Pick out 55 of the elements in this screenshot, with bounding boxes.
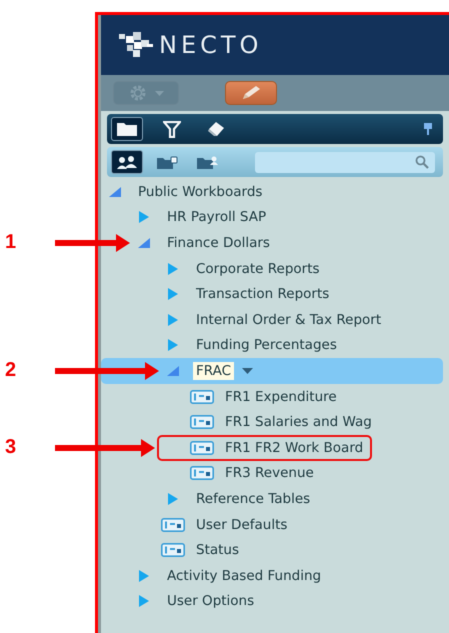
pin-icon[interactable] bbox=[423, 123, 433, 135]
workbook-icon bbox=[161, 543, 185, 558]
annotation-number: 1 bbox=[5, 230, 16, 256]
workbook-icon bbox=[161, 518, 185, 532]
search-field[interactable] bbox=[255, 152, 435, 172]
tree-item[interactable]: Finance Dollars bbox=[132, 230, 273, 256]
edit-button[interactable] bbox=[225, 81, 277, 105]
source-tab[interactable] bbox=[111, 150, 143, 174]
tree-item[interactable]: FR1 Salaries and Wag bbox=[190, 409, 375, 435]
tree-item[interactable]: Transaction Reports bbox=[161, 281, 332, 307]
expanded-triangle-icon[interactable] bbox=[109, 186, 121, 197]
tree-item[interactable]: HR Payroll SAP bbox=[132, 204, 270, 230]
tree-item[interactable]: FR1 Expenditure bbox=[190, 384, 340, 410]
tree-item[interactable]: User Defaults bbox=[161, 512, 290, 538]
tree-item[interactable]: FR3 Revenue bbox=[190, 460, 317, 486]
gear-icon bbox=[128, 84, 146, 102]
view-tab[interactable] bbox=[111, 117, 143, 141]
workbook-icon bbox=[190, 390, 214, 404]
tree-item[interactable]: Corporate Reports bbox=[161, 256, 323, 282]
tree-item[interactable]: FRAC bbox=[101, 358, 443, 384]
collapsed-triangle-icon[interactable] bbox=[168, 262, 178, 275]
tree-item[interactable]: Internal Order & Tax Report bbox=[161, 306, 384, 333]
tree-item[interactable]: Status bbox=[161, 537, 242, 563]
shared-folder-icon bbox=[196, 154, 218, 170]
collapsed-triangle-icon[interactable] bbox=[168, 339, 178, 352]
collapsed-triangle-icon[interactable] bbox=[168, 288, 178, 300]
collapsed-triangle-icon[interactable] bbox=[168, 492, 178, 505]
pencil-icon bbox=[240, 85, 262, 101]
people-icon bbox=[116, 154, 138, 170]
logo-icon bbox=[119, 32, 153, 58]
tree-item[interactable]: Reference Tables bbox=[161, 486, 314, 512]
eraser-icon bbox=[206, 121, 226, 137]
expanded-triangle-icon[interactable] bbox=[138, 238, 150, 248]
workbook-icon bbox=[190, 440, 214, 455]
workbook-icon bbox=[190, 415, 214, 430]
tree-item[interactable]: FR1 FR2 Work Board bbox=[157, 434, 372, 461]
tree-item[interactable]: User Options bbox=[132, 588, 258, 614]
logo-text: NECTO bbox=[159, 31, 262, 59]
tree-item[interactable]: Activity Based Funding bbox=[132, 562, 324, 588]
search-icon bbox=[415, 155, 429, 169]
collapsed-triangle-icon[interactable] bbox=[168, 314, 178, 326]
caret-icon[interactable] bbox=[242, 368, 254, 374]
tree-item[interactable]: Public Workboards bbox=[103, 179, 266, 205]
folder-icon bbox=[116, 121, 138, 137]
annotation-number: 3 bbox=[5, 435, 16, 460]
annotation-number: 2 bbox=[5, 358, 16, 384]
workbook-icon bbox=[190, 466, 214, 480]
collapsed-triangle-icon[interactable] bbox=[139, 595, 149, 608]
tree-item[interactable]: Funding Percentages bbox=[161, 332, 340, 358]
collapsed-triangle-icon[interactable] bbox=[139, 570, 149, 582]
expanded-triangle-icon[interactable] bbox=[167, 366, 179, 376]
locked-folder-icon bbox=[156, 154, 178, 170]
filter-icon bbox=[163, 120, 181, 138]
collapsed-triangle-icon[interactable] bbox=[139, 211, 149, 224]
caret-icon bbox=[154, 90, 164, 96]
